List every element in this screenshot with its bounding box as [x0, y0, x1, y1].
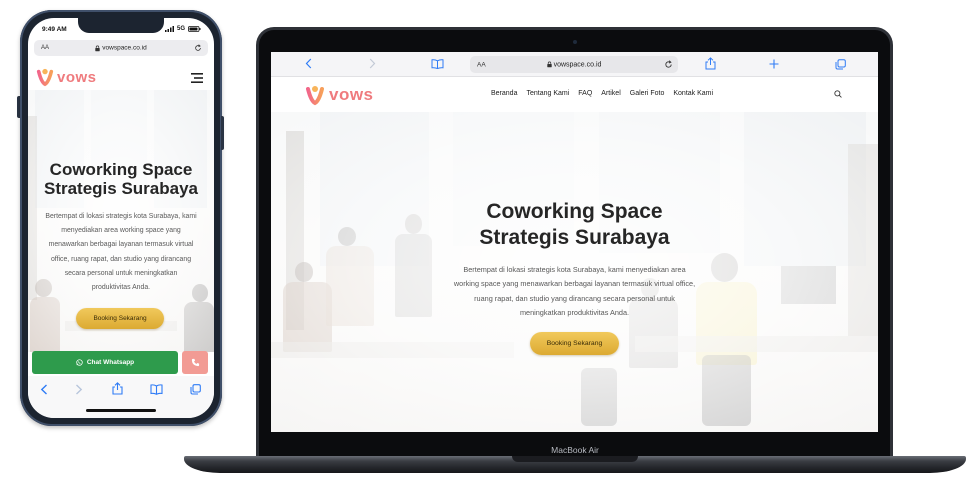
chevron-left-icon[interactable] [305, 58, 312, 69]
site-logo[interactable]: vows [36, 67, 97, 87]
home-indicator[interactable] [86, 409, 156, 412]
plus-icon[interactable] [769, 59, 779, 69]
hero-description: Bertempat di lokasi strategis kota Surab… [271, 263, 878, 320]
chevron-left-icon[interactable] [40, 384, 48, 395]
address-bar[interactable]: AA vowspace.co.id [34, 40, 208, 56]
whatsapp-icon [76, 359, 83, 366]
site-logo[interactable]: vows [305, 84, 374, 106]
phone-notch [78, 18, 164, 33]
logo-text: vows [329, 85, 374, 104]
nav-item-kontak-kami[interactable]: Kontak Kami [673, 90, 713, 97]
hero-title-line: Coworking Space [49, 160, 193, 179]
hero-description-line: ruang rapat, dan studio yang dirancang s… [474, 293, 675, 303]
hero-description: Bertempat di lokasi strategis kota Surab… [28, 210, 214, 295]
bookmarks-icon[interactable] [150, 384, 163, 395]
status-time: 9:49 AM [42, 26, 67, 33]
main-nav: Beranda Tentang Kami FAQ Artikel Galeri … [491, 90, 713, 97]
hero-description-line: working space yang menawarkan berbagai l… [453, 279, 696, 289]
lock-icon [95, 45, 100, 51]
phone-power-button [221, 116, 224, 150]
whatsapp-label: Chat Whatsapp [86, 359, 135, 366]
hero-description-line: office, ruang rapat, dan studio yang dir… [50, 255, 192, 263]
tabs-icon[interactable] [190, 384, 201, 395]
battery-icon [188, 26, 201, 32]
address-bar[interactable]: AA vowspace.co.id [470, 56, 678, 73]
browser-toolbar: AA vowspace.co.id [271, 52, 878, 77]
search-icon[interactable] [834, 90, 842, 98]
lock-icon [546, 61, 552, 68]
nav-item-artikel[interactable]: Artikel [601, 90, 620, 97]
chevron-right-icon[interactable] [75, 384, 83, 395]
device-label: MacBook Air [551, 445, 599, 455]
whatsapp-chat-button[interactable]: Chat Whatsapp [32, 351, 178, 374]
nav-item-faq[interactable]: FAQ [578, 90, 592, 97]
reload-icon[interactable] [194, 44, 202, 52]
signal-icon [164, 26, 174, 32]
logo-text: vows [57, 68, 97, 86]
reload-icon[interactable] [664, 60, 673, 69]
url-display[interactable]: vowspace.co.id [34, 45, 208, 52]
hero-description-line: Bertempat di lokasi strategis kota Surab… [463, 265, 686, 274]
url-display[interactable]: vowspace.co.id [470, 61, 678, 68]
hero-title: Coworking Space Strategis Surabaya [28, 160, 214, 198]
laptop-screen: AA vowspace.co.id vows Beranda Tentang K… [271, 52, 878, 432]
hero-description-line: Bertempat di lokasi strategis kota Surab… [45, 213, 197, 220]
hero-title-line: Strategis Surabaya [43, 179, 198, 198]
vows-logo-icon [305, 84, 325, 106]
nav-item-galeri-foto[interactable]: Galeri Foto [630, 90, 665, 97]
tabs-icon[interactable] [835, 59, 846, 70]
url-text: vowspace.co.id [102, 44, 147, 52]
menu-icon[interactable] [191, 73, 203, 83]
call-button[interactable] [182, 351, 208, 374]
network-label: 5G [176, 26, 185, 32]
hero-description-line: produktivitas Anda. [91, 284, 151, 292]
booking-button[interactable]: Booking Sekarang [530, 332, 619, 355]
vows-logo-icon [36, 67, 54, 87]
nav-item-beranda[interactable]: Beranda [491, 90, 517, 97]
phone-icon [191, 358, 200, 367]
hero-description-line: secara personal untuk meningkatkan [64, 269, 178, 277]
hero-title-line: Strategis Surabaya [479, 226, 670, 249]
share-icon[interactable] [112, 382, 123, 395]
chevron-right-icon[interactable] [369, 58, 376, 69]
hero-title-line: Coworking Space [486, 200, 663, 223]
url-text: vowspace.co.id [553, 61, 602, 68]
phone-screen: 9:49 AM 5G AA vowspace.co.id vows Cowork… [28, 18, 214, 418]
share-icon[interactable] [705, 57, 716, 70]
browser-bottom-toolbar [28, 376, 214, 418]
status-indicators: 5G [164, 26, 201, 32]
camera-icon [573, 40, 577, 44]
hero-description-line: menawarkan berbagai layanan termasuk vir… [48, 241, 194, 249]
hero-description-line: menyediakan area working space yang [61, 227, 181, 235]
hero-title: Coworking Space Strategis Surabaya [271, 199, 878, 251]
site-header: vows Beranda Tentang Kami FAQ Artikel Ga… [271, 77, 878, 112]
hero-description-line: meningkatkan produktivitas Anda. [519, 307, 630, 317]
booking-button[interactable]: Booking Sekarang [76, 308, 164, 329]
nav-item-tentang-kami[interactable]: Tentang Kami [526, 90, 569, 97]
bookmarks-icon[interactable] [431, 59, 444, 69]
laptop-thumb-groove [512, 456, 638, 462]
